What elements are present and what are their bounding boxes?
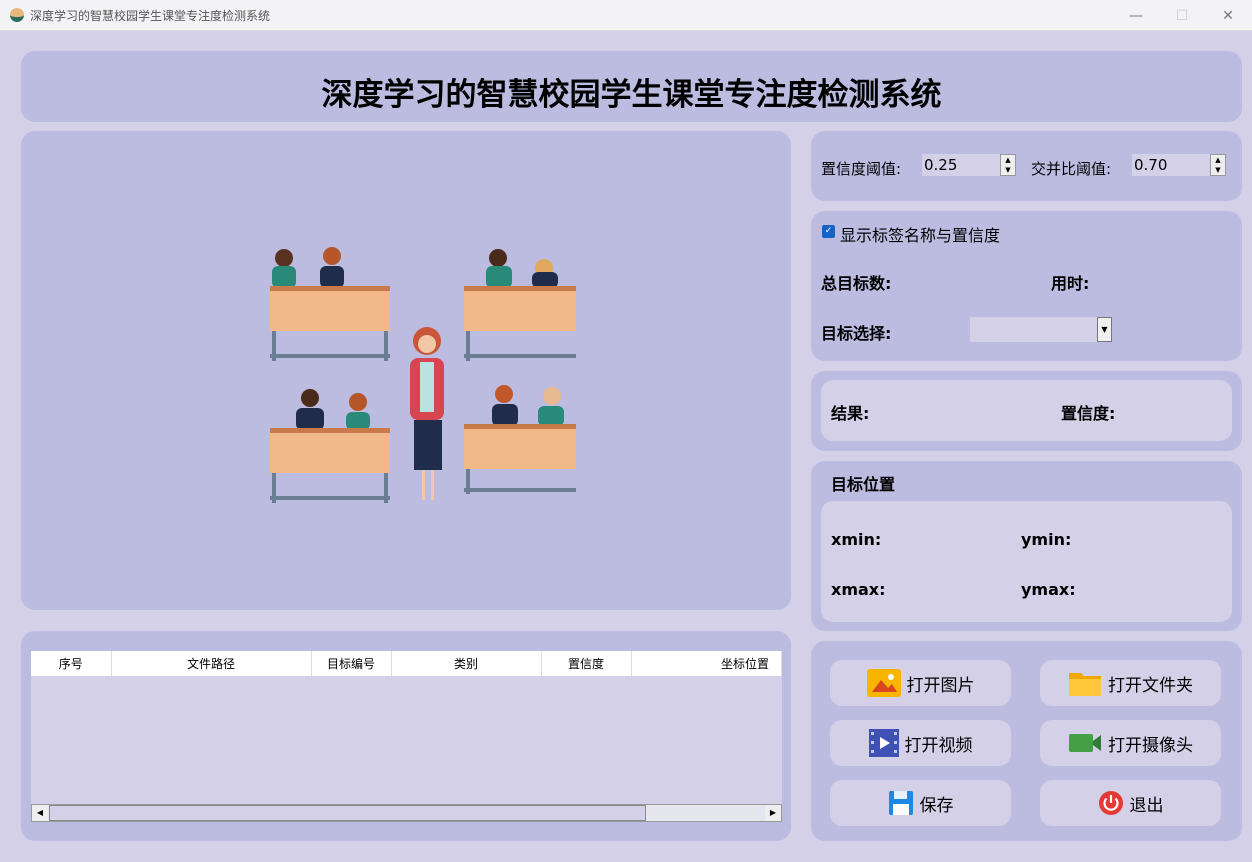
confidence-threshold-label: 置信度阈值: xyxy=(821,160,902,178)
desk-bottom-right xyxy=(464,385,576,494)
open-video-label: 打开视频 xyxy=(904,735,973,756)
app-icon xyxy=(10,8,24,22)
folder-icon xyxy=(1068,669,1102,697)
video-icon xyxy=(868,729,899,757)
xmax-label: xmax: xyxy=(831,580,886,599)
scroll-left-arrow-icon[interactable]: ◀ xyxy=(32,805,48,821)
save-label: 保存 xyxy=(919,795,954,816)
exit-label: 退出 xyxy=(1129,795,1164,816)
spin-arrows-icon[interactable]: ▲ ▼ xyxy=(1210,154,1226,176)
teacher-figure xyxy=(410,327,444,500)
title-bar: 深度学习的智慧校园学生课堂专注度检测系统 — ☐ ✕ xyxy=(0,0,1252,31)
result-label: 结果: xyxy=(831,404,870,423)
desk-top-left xyxy=(270,247,390,361)
page-title: 深度学习的智慧校园学生课堂专注度检测系统 xyxy=(321,77,942,113)
horizontal-scrollbar[interactable]: ◀ ▶ xyxy=(31,804,782,822)
close-button[interactable]: ✕ xyxy=(1205,0,1251,31)
table-header-row: 序号 文件路径 目标编号 类别 置信度 坐标位置 xyxy=(31,651,782,676)
column-header-coordinates[interactable]: 坐标位置 xyxy=(631,651,782,676)
save-button[interactable]: 保存 xyxy=(830,780,1011,826)
confidence-threshold-spinbox[interactable]: 0.25 ▲ ▼ xyxy=(922,154,1016,176)
scrollbar-thumb[interactable] xyxy=(49,805,646,821)
open-video-button[interactable]: 打开视频 xyxy=(830,720,1011,766)
image-display-panel xyxy=(21,131,791,610)
column-header-file-path[interactable]: 文件路径 xyxy=(111,651,312,676)
xmin-label: xmin: xyxy=(831,530,882,549)
ymin-label: ymin: xyxy=(1021,530,1072,549)
camera-icon xyxy=(1068,729,1102,757)
column-header-index[interactable]: 序号 xyxy=(31,651,112,676)
image-icon xyxy=(866,669,901,697)
open-camera-label: 打开摄像头 xyxy=(1108,735,1193,756)
table-body xyxy=(31,676,782,804)
header-panel: 深度学习的智慧校园学生课堂专注度检测系统 xyxy=(21,51,1242,122)
desk-bottom-left xyxy=(270,389,390,503)
chevron-down-icon[interactable]: ▼ xyxy=(1097,317,1112,342)
target-select-dropdown[interactable]: ▼ xyxy=(970,317,1112,342)
total-targets-label: 总目标数: xyxy=(821,274,892,293)
show-label-text: 显示标签名称与置信度 xyxy=(840,226,1001,245)
iou-threshold-spinbox[interactable]: 0.70 ▲ ▼ xyxy=(1132,154,1226,176)
open-image-label: 打开图片 xyxy=(906,675,975,696)
open-folder-button[interactable]: 打开文件夹 xyxy=(1040,660,1221,706)
time-used-label: 用时: xyxy=(1051,274,1090,293)
exit-button[interactable]: 退出 xyxy=(1040,780,1221,826)
column-header-class[interactable]: 类别 xyxy=(391,651,542,676)
result-panel xyxy=(811,371,1242,451)
window-title: 深度学习的智慧校园学生课堂专注度检测系统 xyxy=(30,8,271,23)
ymax-label: ymax: xyxy=(1021,580,1076,599)
result-confidence-label: 置信度: xyxy=(1061,404,1116,423)
scroll-right-arrow-icon[interactable]: ▶ xyxy=(765,805,781,821)
target-select-label: 目标选择: xyxy=(821,324,892,343)
iou-threshold-label: 交并比阈值: xyxy=(1031,160,1112,178)
open-folder-label: 打开文件夹 xyxy=(1108,675,1193,696)
position-title: 目标位置 xyxy=(831,475,896,494)
save-icon xyxy=(888,789,914,817)
maximize-button[interactable]: ☐ xyxy=(1159,0,1205,31)
open-camera-button[interactable]: 打开摄像头 xyxy=(1040,720,1221,766)
results-table: 序号 文件路径 目标编号 类别 置信度 坐标位置 xyxy=(31,651,782,676)
minimize-button[interactable]: — xyxy=(1113,0,1159,31)
classroom-illustration xyxy=(270,247,576,503)
show-label-checkbox[interactable]: ✓ xyxy=(822,225,835,238)
spin-arrows-icon[interactable]: ▲ ▼ xyxy=(1000,154,1016,176)
open-image-button[interactable]: 打开图片 xyxy=(830,660,1011,706)
desk-top-right xyxy=(464,249,576,361)
column-header-target-id[interactable]: 目标编号 xyxy=(311,651,392,676)
column-header-confidence[interactable]: 置信度 xyxy=(541,651,632,676)
confidence-threshold-value: 0.25 xyxy=(924,156,958,174)
power-icon xyxy=(1098,789,1124,817)
iou-threshold-value: 0.70 xyxy=(1134,156,1168,174)
